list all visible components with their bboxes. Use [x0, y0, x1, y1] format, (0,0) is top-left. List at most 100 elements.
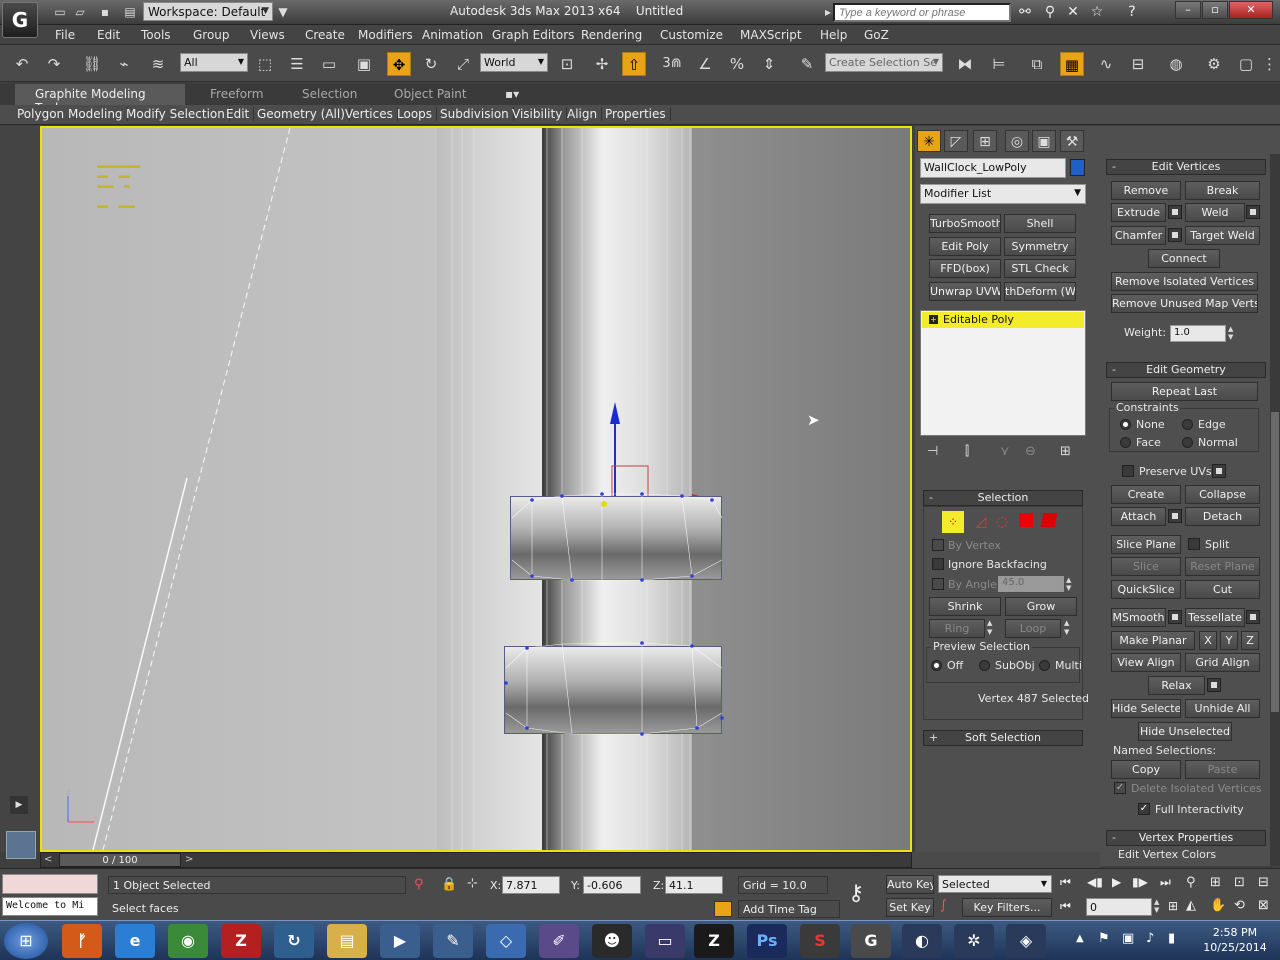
attach-button[interactable]: Attach	[1111, 507, 1166, 526]
ribbon-vertices[interactable]: Vertices	[341, 107, 398, 121]
symmetry-button[interactable]: Symmetry	[1004, 237, 1076, 256]
set-key-button[interactable]: Set Key	[886, 898, 934, 917]
mini-viewport-icon[interactable]	[6, 831, 36, 859]
workspace-dropdown[interactable]: Workspace: Default ▼	[143, 2, 273, 21]
show-hidden-icons[interactable]: ▲	[1076, 933, 1084, 944]
menu-goz[interactable]: GoZ	[864, 28, 889, 42]
preview-subobj-radio[interactable]	[979, 660, 990, 671]
split-checkbox[interactable]	[1188, 538, 1200, 550]
percent-snap-icon[interactable]: %	[725, 52, 749, 76]
new-file-icon[interactable]: ▭	[52, 4, 68, 20]
select-rotate-icon[interactable]: ↻	[419, 52, 443, 76]
menu-views[interactable]: Views	[250, 28, 285, 42]
pan-view-icon[interactable]: ✋	[1210, 898, 1226, 913]
paint-app-icon[interactable]: ✎	[433, 924, 473, 958]
toolbar-grip-icon[interactable]: ⋮	[1262, 52, 1277, 76]
current-frame-field[interactable]: 0	[1086, 898, 1152, 916]
shell-button[interactable]: Shell	[1004, 214, 1076, 233]
create-button[interactable]: Create	[1111, 485, 1181, 504]
play-icon[interactable]: ▶	[1112, 875, 1121, 889]
internet-explorer-icon[interactable]: e	[115, 924, 155, 958]
soft-selection-rollout-header[interactable]: + Soft Selection	[923, 730, 1083, 746]
x-coord-field[interactable]: 7.871	[502, 876, 560, 894]
target-weld-button[interactable]: Target Weld	[1185, 226, 1260, 245]
open-file-icon[interactable]: ▱	[72, 4, 88, 20]
substance-icon[interactable]: S	[800, 924, 840, 958]
default-in-out-tangent-icon[interactable]: ∫	[940, 898, 947, 913]
ribbon-geometry-all[interactable]: Geometry (All)	[253, 107, 350, 121]
menu-tools[interactable]: Tools	[141, 28, 171, 42]
msmooth-button[interactable]: MSmooth	[1111, 608, 1166, 627]
by-vertex-checkbox[interactable]	[932, 539, 944, 551]
select-object-icon[interactable]: ⬚	[253, 52, 277, 76]
3ds-max-icon[interactable]: G	[851, 924, 891, 958]
network-icon[interactable]: ▣	[1122, 931, 1134, 946]
utilities-tab-icon[interactable]: ⚒	[1060, 130, 1084, 152]
key-filters-button[interactable]: Key Filters...	[962, 898, 1052, 917]
object-color-swatch[interactable]	[1070, 159, 1085, 176]
weight-spinner-icon[interactable]: ▲ ▼	[1228, 325, 1238, 342]
reference-coordinate-dropdown[interactable]: World ▼	[480, 53, 548, 72]
element-mode-icon[interactable]	[1040, 513, 1058, 527]
selection-lock-icon[interactable]: 🔒	[441, 877, 457, 892]
select-scale-icon[interactable]: ⤢	[451, 52, 475, 76]
constraint-none-radio[interactable]	[1120, 419, 1131, 430]
pivot-center-icon[interactable]: ⊡	[555, 52, 579, 76]
angle-snap-icon[interactable]: ∠	[693, 52, 717, 76]
select-move-icon[interactable]: ✥	[387, 52, 411, 76]
power-icon[interactable]: ▮	[1168, 931, 1175, 946]
chrome-icon[interactable]: ◉	[168, 924, 208, 958]
menu-edit[interactable]: Edit	[97, 28, 120, 42]
blender-app-icon[interactable]: ◐	[902, 924, 942, 958]
ribbon-modify-selection[interactable]: Modify Selection	[122, 107, 230, 121]
msmooth-settings-icon[interactable]	[1168, 610, 1182, 624]
unlink-icon[interactable]: ⌁	[112, 52, 136, 76]
constraint-face-radio[interactable]	[1120, 437, 1131, 448]
connect-button[interactable]: Connect	[1148, 249, 1220, 268]
minimize-button[interactable]: –	[1175, 1, 1201, 19]
planar-z-button[interactable]: Z	[1241, 631, 1259, 650]
modify-tab-icon[interactable]: ◸	[944, 130, 968, 152]
object-name-field[interactable]: WallClock_LowPoly	[920, 158, 1066, 178]
curve-editor-icon[interactable]: ∿	[1094, 52, 1118, 76]
tab-selection[interactable]: Selection	[292, 84, 367, 105]
ribbon-polygon-modeling[interactable]: Polygon Modeling	[13, 107, 128, 121]
reset-plane-button[interactable]: Reset Plane	[1185, 557, 1260, 576]
extrude-settings-icon[interactable]	[1168, 205, 1182, 219]
redo-icon[interactable]: ↷	[42, 52, 66, 76]
break-button[interactable]: Break	[1185, 181, 1260, 200]
view-align-button[interactable]: View Align	[1111, 653, 1181, 672]
align-icon[interactable]: ⊨	[987, 52, 1011, 76]
weight-field[interactable]: 1.0	[1170, 325, 1226, 342]
menu-rendering[interactable]: Rendering	[581, 28, 642, 42]
remove-button[interactable]: Remove	[1111, 181, 1181, 200]
quick-access-dropdown-icon[interactable]: ▼	[275, 4, 291, 20]
remove-modifier-icon[interactable]: ⊖	[1025, 444, 1036, 459]
layer-manager-icon[interactable]: ⧉	[1025, 52, 1049, 76]
ribbon-align[interactable]: Align	[563, 107, 603, 121]
select-manipulate-icon[interactable]: ✢	[590, 52, 614, 76]
keyword-search-input[interactable]	[833, 3, 1011, 22]
constraint-normal-radio[interactable]	[1182, 437, 1193, 448]
loop-spinner-icon[interactable]: ▲ ▼	[1064, 619, 1074, 637]
orbit-icon[interactable]: ⟲	[1234, 898, 1245, 913]
relax-button[interactable]: Relax	[1148, 676, 1205, 695]
next-frame-icon[interactable]: ▮▶	[1132, 875, 1148, 889]
mirror-icon[interactable]: ⧓	[953, 52, 977, 76]
maximize-button[interactable]: ▫	[1202, 1, 1228, 19]
go-to-end-icon[interactable]: ⏭	[1160, 875, 1171, 890]
unity-app-icon[interactable]: ◈	[1006, 924, 1046, 958]
remove-isolated-vertices-button[interactable]: Remove Isolated Vertices	[1111, 272, 1258, 291]
hide-unselected-button[interactable]: Hide Unselected	[1138, 722, 1232, 741]
bind-space-warp-icon[interactable]: ≋	[146, 52, 170, 76]
binoculars-icon[interactable]: ⚯	[1015, 4, 1035, 20]
hide-selected-button[interactable]: Hide Selected	[1111, 699, 1181, 718]
menu-create[interactable]: Create	[305, 28, 345, 42]
loop-button[interactable]: Loop	[1005, 619, 1061, 638]
polygon-mode-icon[interactable]	[1019, 513, 1033, 527]
menu-animation[interactable]: Animation	[422, 28, 483, 42]
spinner-snap-icon[interactable]: ⇕	[757, 52, 781, 76]
pin-stack-icon[interactable]: ⊣	[927, 444, 938, 459]
configure-modifier-sets-icon[interactable]: ⊞	[1060, 444, 1071, 459]
app-logo-icon[interactable]: G	[2, 2, 38, 38]
